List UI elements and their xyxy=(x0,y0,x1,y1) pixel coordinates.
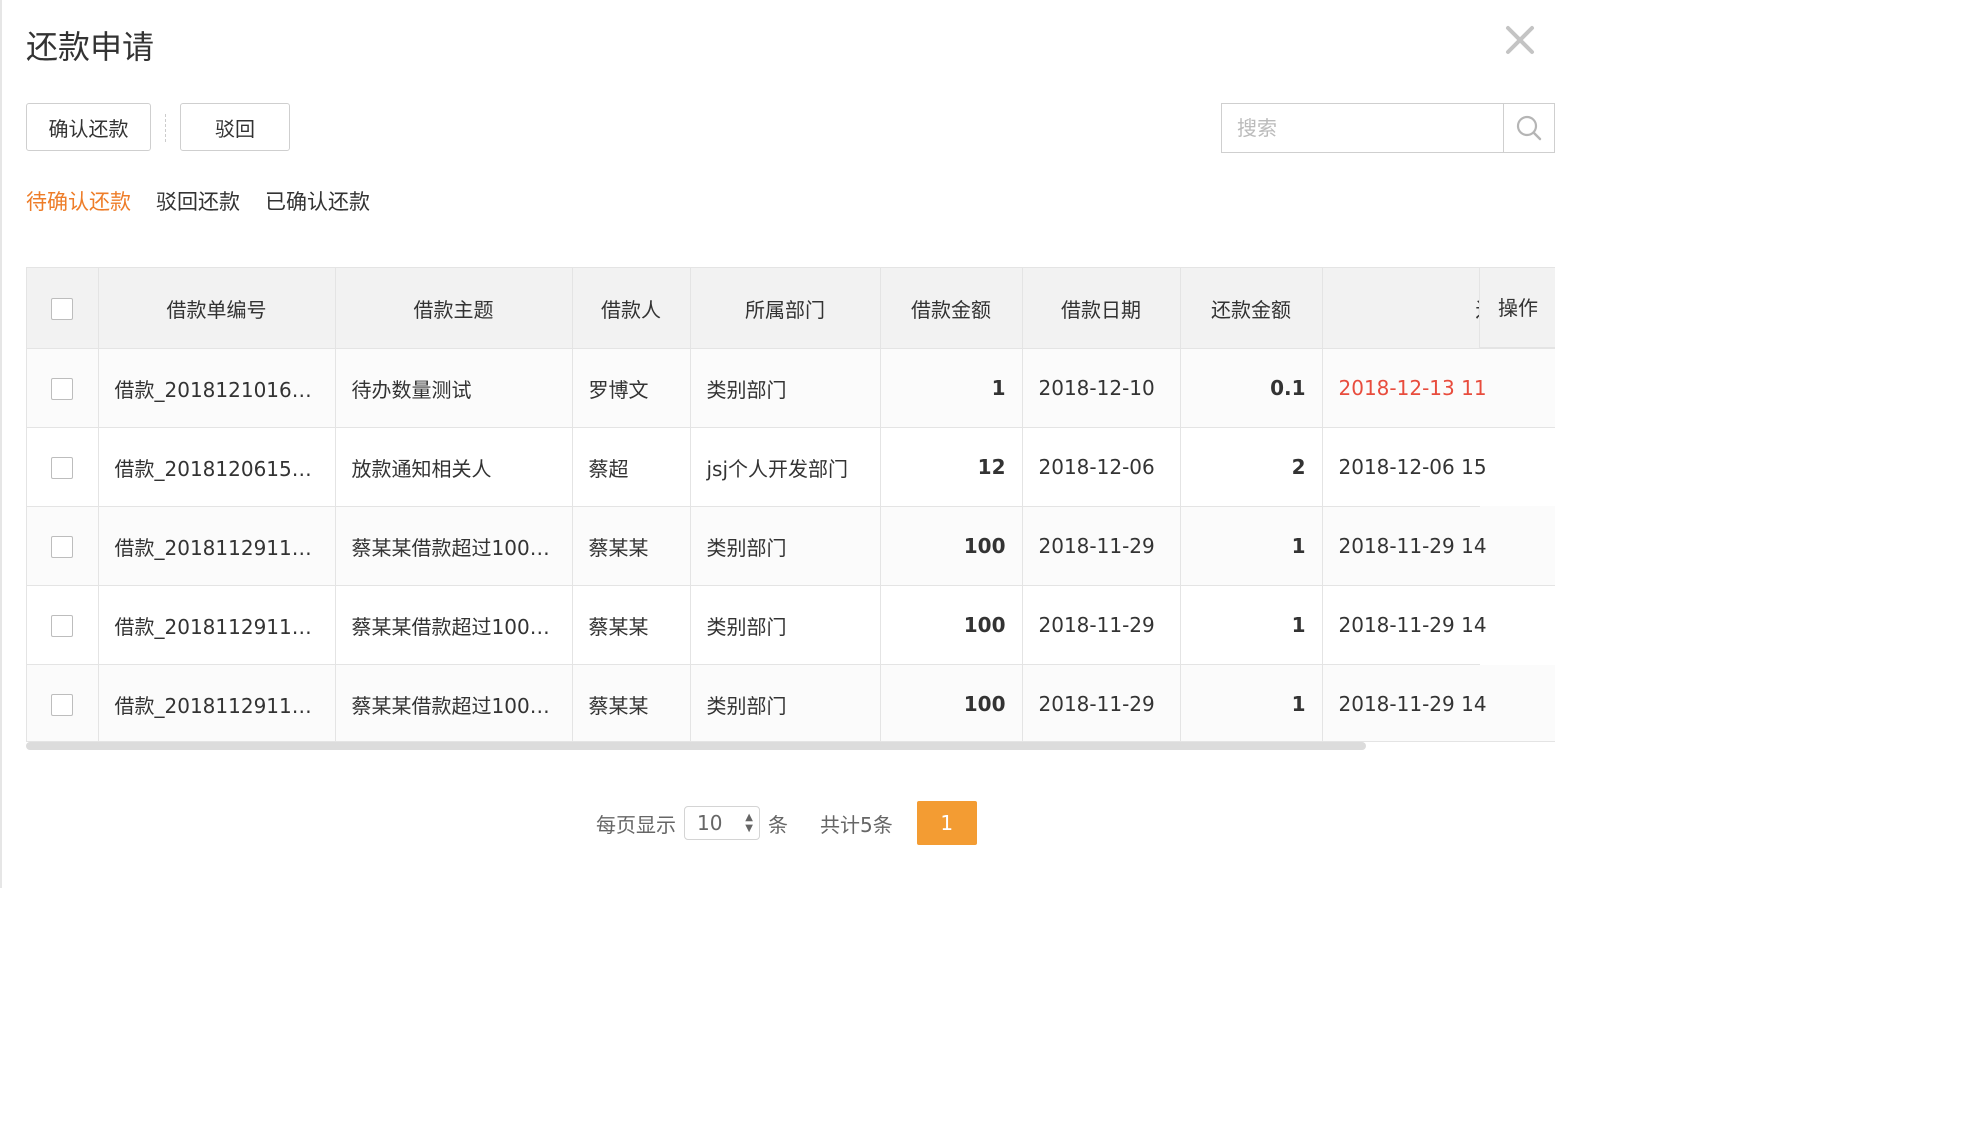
table-row[interactable]: 借款_20181129110000蔡某某借款超过100人审批测试蔡某某类别部门1… xyxy=(27,506,1555,586)
cell-borrower: 罗博文 xyxy=(572,348,691,428)
status-tabs: 待确认还款 驳回还款 已确认还款 xyxy=(26,186,395,216)
cell-repay-date: 2018-12-13 11 xyxy=(1322,348,1555,428)
search-icon xyxy=(1516,115,1542,141)
search-button[interactable] xyxy=(1503,104,1554,152)
cell-repay-date: 2018-11-29 14 xyxy=(1322,506,1555,586)
row-checkbox-cell xyxy=(27,427,99,507)
cell-subject: 蔡某某借款超过100人审批测试 xyxy=(335,664,573,741)
cell-amount: 100 xyxy=(880,585,1023,665)
page-button-current[interactable]: 1 xyxy=(916,801,977,845)
cell-department: 类别部门 xyxy=(690,585,881,665)
table-row[interactable]: 借款_20181210160000 待办数量测试 罗博文 类别部门 1 2018-12-1… xyxy=(27,348,1555,508)
cell-id: 借款_20181206150000 xyxy=(98,427,336,507)
cell-borrower: 蔡某某 xyxy=(572,585,691,665)
column-header-id[interactable]: 借款单编号 xyxy=(98,268,336,349)
cell-date: 2018-11-29 xyxy=(1022,506,1181,586)
cell-borrower: 蔡某某 xyxy=(572,506,691,586)
cell-date: 2018-12-06 xyxy=(1022,427,1181,507)
cell-department: 类别部门 xyxy=(690,506,881,586)
cell-repay-amount: 1 xyxy=(1180,506,1323,586)
cell-repay-date: 2018-12-06 15 xyxy=(1322,427,1555,507)
row-checkbox-cell xyxy=(27,506,99,586)
cell-department: jsj个人开发部门 xyxy=(690,427,881,507)
reject-button[interactable]: 驳回 xyxy=(180,103,290,151)
table-row[interactable]: 借款_20181129110001蔡某某借款超过100人审批测试蔡某某类别部门1… xyxy=(27,585,1555,665)
close-button[interactable] xyxy=(1500,20,1540,60)
tab-pending-confirmation[interactable]: 待确认还款 xyxy=(26,186,131,216)
cell-borrower: 蔡超 xyxy=(572,427,691,507)
column-header-repay-amount[interactable]: 还款金额 xyxy=(1180,268,1323,349)
column-header-date[interactable]: 借款日期 xyxy=(1022,268,1181,349)
dialog-title: 还款申请 xyxy=(26,28,155,66)
cell-department: 类别部门 xyxy=(690,348,881,428)
cell-date: 2018-11-29 xyxy=(1022,585,1181,665)
row-checkbox-cell xyxy=(27,585,99,665)
column-header-subject[interactable]: 借款主题 xyxy=(335,268,573,349)
cell-repay-amount: 0.1 xyxy=(1180,348,1323,428)
table-row[interactable]: 借款_20181206150000 放款通知相关人 蔡超 jsj个人开发部门 12 201… xyxy=(27,427,1555,666)
cell-subject: 放款通知相关人 xyxy=(335,427,573,507)
tab-rejected[interactable]: 驳回还款 xyxy=(156,186,240,216)
cell-id: 借款_20181129110002 xyxy=(98,664,336,741)
row-checkbox[interactable] xyxy=(51,536,74,559)
cell-subject: 蔡某某借款超过100人审批测试 xyxy=(335,506,573,586)
cell-id: 借款_20181129110001 xyxy=(98,585,336,665)
select-all-checkbox[interactable] xyxy=(51,298,74,321)
cell-repay-date: 2018-11-29 14 xyxy=(1322,585,1555,665)
search-input[interactable] xyxy=(1222,104,1503,152)
row-checkbox[interactable] xyxy=(51,378,74,401)
column-header-actions: 操作 xyxy=(1479,268,1555,348)
page-size-value: 10 xyxy=(697,811,723,835)
cell-amount: 1 xyxy=(880,348,1023,428)
cell-amount: 100 xyxy=(880,664,1023,741)
page-size-suffix: 条 xyxy=(768,812,788,837)
row-checkbox-cell xyxy=(27,348,99,428)
close-icon xyxy=(1506,26,1534,54)
confirm-repayment-button[interactable]: 确认还款 xyxy=(26,103,151,151)
cell-id: 借款_20181210160000 xyxy=(98,348,336,428)
cell-id: 借款_20181129110000 xyxy=(98,506,336,586)
table-header-row: 借款单编号 借款主题 借款人 所属部门 借款金额 借款日期 还款金额 还款日期 … xyxy=(27,268,1555,349)
search-box xyxy=(1221,103,1555,153)
page-size-select[interactable]: 10 ▲ ▼ xyxy=(684,806,760,840)
cell-amount: 100 xyxy=(880,506,1023,586)
row-checkbox[interactable] xyxy=(51,457,74,480)
cell-repay-date: 2018-11-29 14 xyxy=(1322,664,1555,741)
column-header-amount[interactable]: 借款金额 xyxy=(880,268,1023,349)
select-arrows-icon: ▲ ▼ xyxy=(745,812,753,834)
cell-subject: 蔡某某借款超过100人审批测试 xyxy=(335,585,573,665)
total-count: 共计5条 xyxy=(820,812,893,837)
tab-confirmed[interactable]: 已确认还款 xyxy=(265,186,370,216)
pagination: 每页显示 10 ▲ ▼ 条 共计5条 1 xyxy=(596,801,977,845)
cell-date: 2018-12-10 xyxy=(1022,348,1181,428)
table-row[interactable]: 借款_20181129110002蔡某某借款超过100人审批测试蔡某某类别部门1… xyxy=(27,664,1555,741)
row-checkbox[interactable] xyxy=(51,694,74,717)
repayment-table: 借款单编号 借款主题 借款人 所属部门 借款金额 借款日期 还款金额 还款日期 … xyxy=(26,267,1555,742)
toolbar-divider xyxy=(165,114,166,142)
cell-borrower: 蔡某某 xyxy=(572,664,691,741)
page-size-prefix: 每页显示 xyxy=(596,812,676,837)
cell-repay-amount: 1 xyxy=(1180,664,1323,741)
row-checkbox-cell xyxy=(27,664,99,741)
cell-repay-amount: 1 xyxy=(1180,585,1323,665)
cell-subject: 待办数量测试 xyxy=(335,348,573,428)
column-header-borrower[interactable]: 借款人 xyxy=(572,268,691,349)
dialog-left-edge xyxy=(0,0,2,888)
cell-date: 2018-11-29 xyxy=(1022,664,1181,741)
cell-repay-amount: 2 xyxy=(1180,427,1323,507)
cell-amount: 12 xyxy=(880,427,1023,507)
column-header-department[interactable]: 所属部门 xyxy=(690,268,881,349)
table-horizontal-scrollbar[interactable] xyxy=(26,742,1366,750)
select-all-cell xyxy=(27,268,99,349)
row-checkbox[interactable] xyxy=(51,615,74,638)
cell-department: 类别部门 xyxy=(690,664,881,741)
